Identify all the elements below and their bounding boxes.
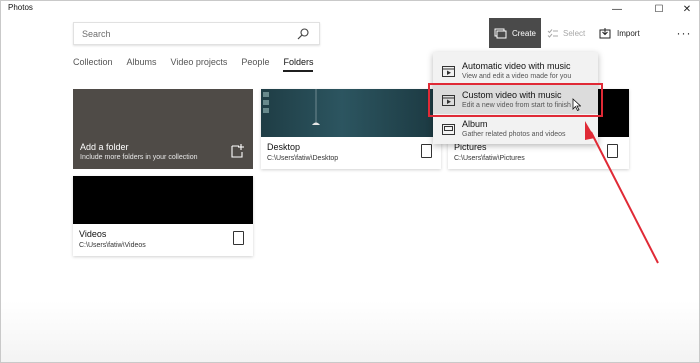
tab-albums[interactable]: Albums <box>127 57 157 67</box>
import-button[interactable]: Import <box>599 18 651 48</box>
add-folder-icon <box>231 144 244 158</box>
search-icon[interactable] <box>297 28 309 40</box>
folder-card-desktop[interactable]: Desktop C:\Users\fatiw\Desktop <box>261 89 441 169</box>
tab-collection[interactable]: Collection <box>73 57 113 67</box>
create-icon <box>494 28 507 38</box>
tile-view-icon <box>233 231 244 245</box>
section-tabs: Collection Albums Video projects People … <box>73 57 327 72</box>
menu-item-automatic-video[interactable]: Automatic video with music View and edit… <box>433 56 598 85</box>
search-placeholder: Search <box>82 29 111 39</box>
annotation-highlight-box <box>428 83 603 117</box>
video-project-icon <box>442 66 455 77</box>
minimize-icon: — <box>612 3 622 15</box>
tile-view-icon <box>607 144 618 158</box>
menu-item-subtitle: View and edit a video made for you <box>462 73 572 80</box>
folder-path: C:\Users\fatiw\Pictures <box>454 155 525 162</box>
menu-item-title: Album <box>462 119 488 129</box>
folder-path: C:\Users\fatiw\Desktop <box>267 155 339 162</box>
tab-people[interactable]: People <box>241 57 269 67</box>
close-button[interactable]: ✕ <box>672 1 699 17</box>
folder-path: C:\Users\fatiw\Videos <box>79 242 146 249</box>
folder-name: Desktop <box>267 142 301 152</box>
import-icon <box>599 27 611 38</box>
background-gradient <box>1 301 699 362</box>
tab-video-projects[interactable]: Video projects <box>171 57 228 67</box>
create-button[interactable]: Create <box>489 18 541 48</box>
tab-folders[interactable]: Folders <box>283 57 314 72</box>
more-options-button[interactable]: ··· <box>675 18 693 48</box>
photos-window: Photos — ☐ ✕ Search Create Select Import… <box>0 0 700 363</box>
videos-thumbnail <box>73 176 253 224</box>
menu-item-title: Automatic video with music <box>462 61 571 71</box>
desktop-wallpaper-image <box>263 89 320 125</box>
maximize-button[interactable]: ☐ <box>644 1 674 17</box>
add-folder-subtitle: Include more folders in your collection <box>80 154 198 161</box>
folder-card-videos[interactable]: Videos C:\Users\fatiw\Videos <box>73 176 253 256</box>
menu-item-album[interactable]: Album Gather related photos and videos <box>433 114 598 143</box>
title-bar: Photos — ☐ ✕ <box>1 1 699 17</box>
menu-item-subtitle: Gather related photos and videos <box>462 131 566 138</box>
album-icon <box>442 124 455 135</box>
maximize-icon: ☐ <box>654 3 664 15</box>
folder-name: Videos <box>79 229 107 239</box>
minimize-button[interactable]: — <box>602 1 632 17</box>
search-input[interactable]: Search <box>73 22 320 45</box>
select-icon <box>547 29 558 38</box>
import-label: Import <box>617 28 640 38</box>
create-label: Create <box>511 28 536 38</box>
add-folder-title: Add a folder <box>80 142 129 152</box>
more-icon: ··· <box>676 26 692 40</box>
app-title: Photos <box>8 3 33 12</box>
close-icon: ✕ <box>682 3 692 15</box>
desktop-thumbnail <box>261 89 441 137</box>
select-label: Select <box>563 28 586 38</box>
select-button[interactable]: Select <box>547 18 591 48</box>
tile-view-icon <box>421 144 432 158</box>
add-folder-card[interactable]: Add a folder Include more folders in you… <box>73 89 253 169</box>
